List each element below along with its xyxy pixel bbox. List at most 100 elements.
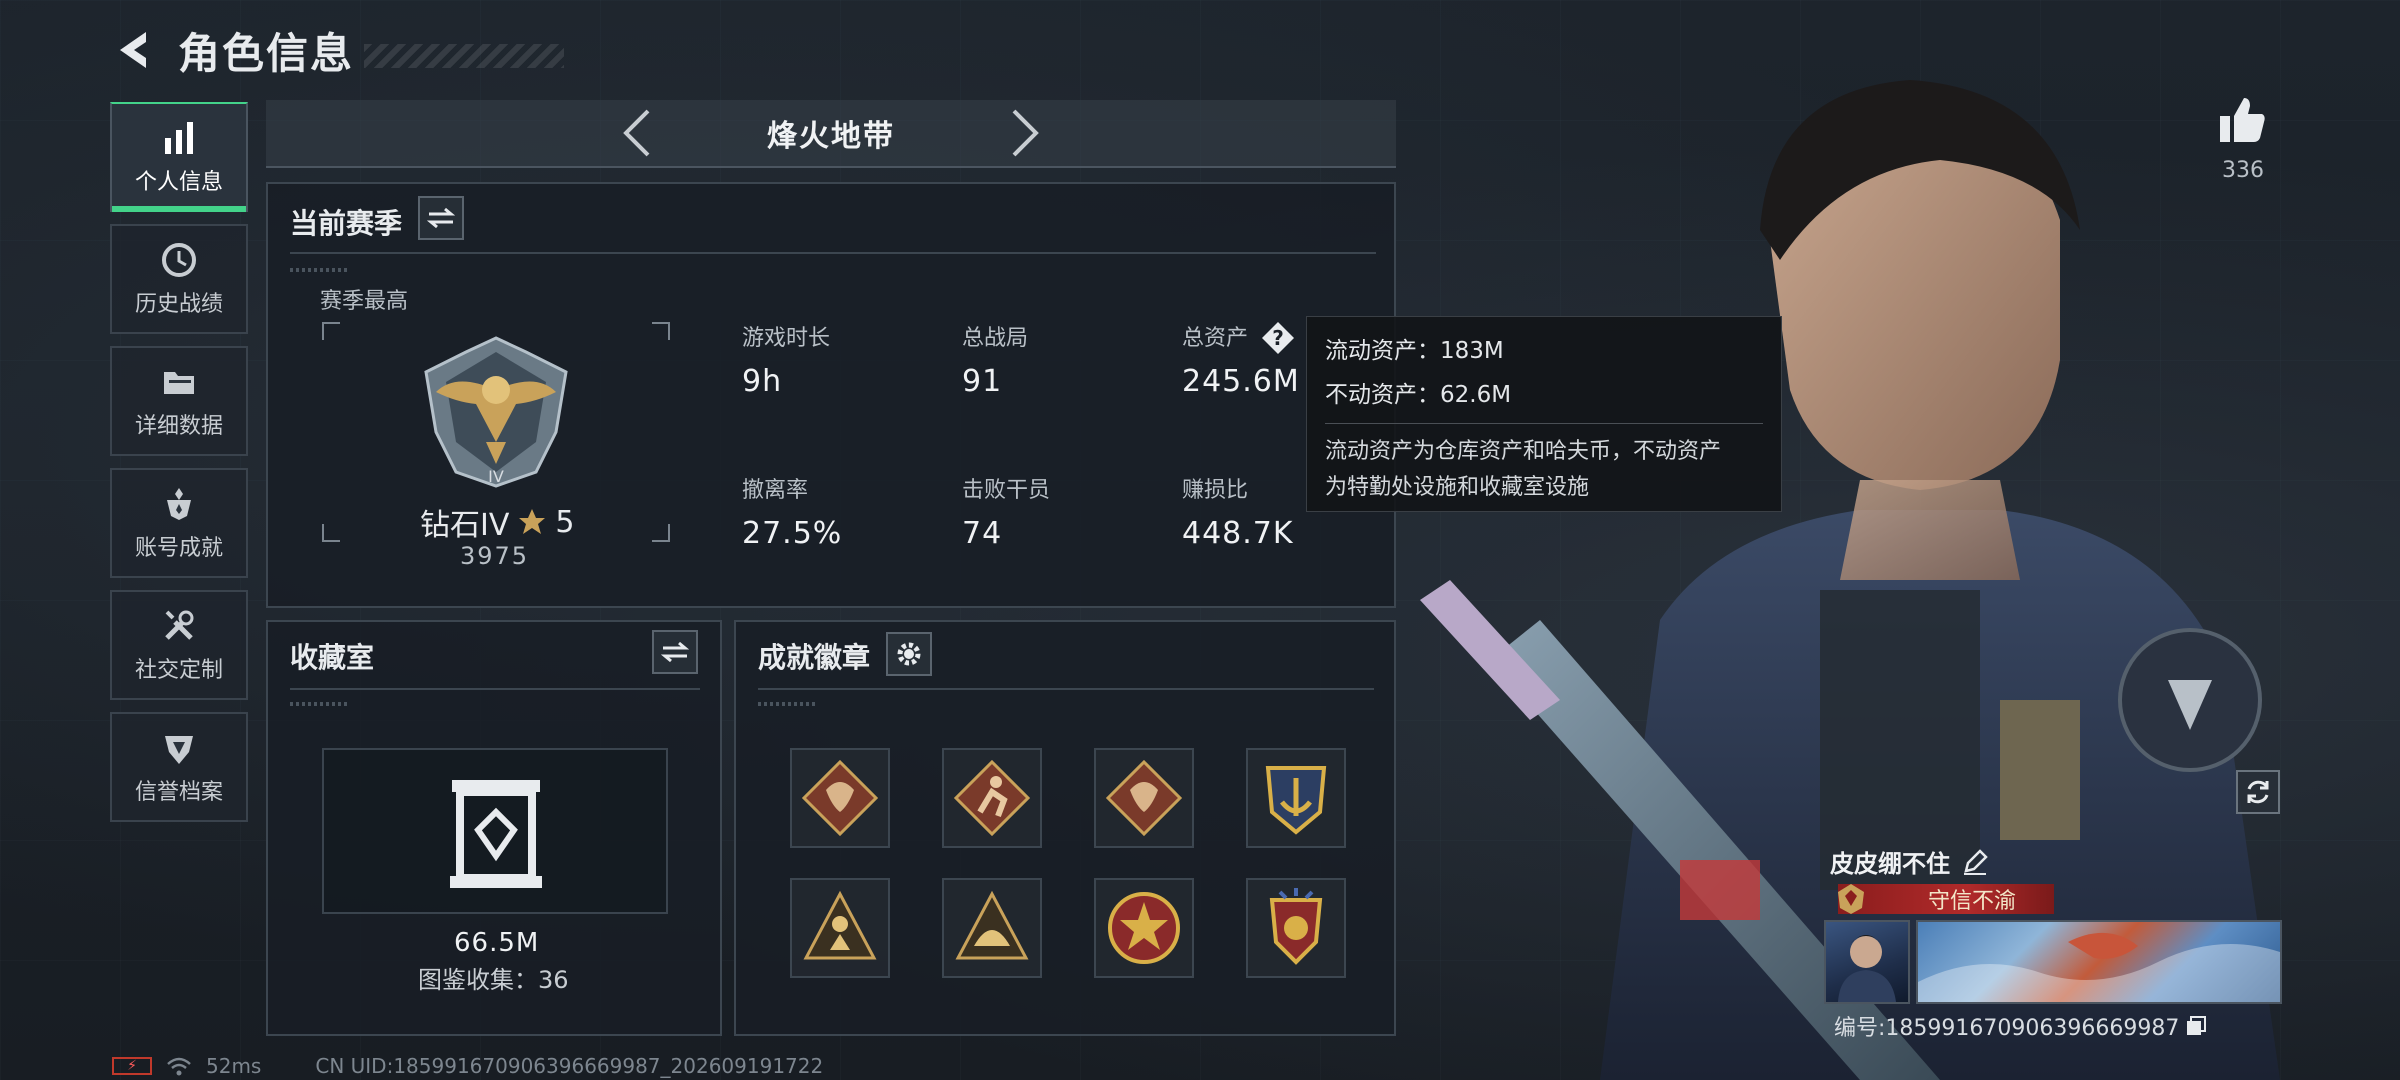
wifi-icon (167, 1057, 191, 1076)
swap-icon (661, 641, 689, 663)
stat-label: 撤离率 (742, 478, 809, 503)
stat-value: 27.5% (742, 516, 843, 551)
tooltip-desc-line-1: 流动资产为仓库资产和哈夫币，不动资产 (1325, 439, 1722, 464)
divider (290, 688, 700, 690)
back-arrow-icon (120, 32, 146, 68)
achievements-title: 成就徽章 (758, 641, 871, 674)
sidebar-item-details[interactable]: 详细数据 (110, 346, 248, 456)
refresh-icon (2247, 780, 2269, 804)
back-button[interactable] (110, 26, 154, 74)
dragon-badge-icon (1106, 760, 1182, 836)
soldier-badge-icon (803, 890, 877, 960)
assets-help-icon[interactable]: ? (1260, 320, 1296, 356)
swap-icon (427, 207, 455, 229)
frame-corner (322, 524, 340, 542)
frame-corner (322, 322, 340, 340)
star-badge-icon (1108, 892, 1180, 964)
stat-extraction-rate: 撤离率 27.5% (742, 472, 842, 551)
assets-tooltip: 流动资产：183M 不动资产：62.6M 流动资产为仓库资产和哈夫币，不动资产 … (1306, 316, 1782, 512)
tooltip-desc-line-2: 为特勤处设施和收藏室设施 (1325, 475, 1590, 500)
rank-points: 3975 (460, 542, 530, 570)
status-bar: ⚡ 52ms CN UID:185991670906396669987_2026… (112, 1054, 823, 1078)
player-name-row: 皮皮绷不住 (1830, 844, 1988, 879)
stat-value: 9h (742, 364, 783, 399)
sidebar-item-label: 社交定制 (134, 658, 223, 683)
divider (758, 688, 1374, 690)
sidebar-item-reputation[interactable]: 信誉档案 (110, 712, 248, 822)
avatar-portrait (1838, 935, 1896, 1002)
tools-icon (159, 606, 199, 646)
sidebar-item-social[interactable]: 社交定制 (110, 590, 248, 700)
divider (290, 252, 1376, 254)
stat-label: 击败干员 (962, 478, 1051, 503)
title-badge[interactable]: 守信不渝 (1838, 884, 2054, 914)
header-decoration (364, 44, 565, 68)
badge-star[interactable] (1094, 878, 1194, 978)
copy-icon[interactable] (2185, 1015, 2207, 1037)
stat-label: 总战局 (962, 326, 1029, 351)
collection-display[interactable] (322, 748, 668, 914)
diamond-rank-emblem-icon: IV (424, 336, 568, 488)
divider-decoration (290, 268, 350, 272)
frame-corner (652, 524, 670, 542)
helmet-badge-icon (955, 890, 1029, 960)
header: 角色信息 (110, 22, 565, 78)
badge-helmet[interactable] (942, 878, 1042, 978)
history-clock-icon (159, 240, 199, 280)
badge-dragon-2[interactable] (1094, 748, 1194, 848)
runner-badge-icon (954, 760, 1030, 836)
player-banner[interactable] (1916, 920, 2282, 1004)
badge-runner[interactable] (942, 748, 1042, 848)
display-case-icon (450, 780, 542, 888)
svg-text:?: ? (1272, 326, 1284, 350)
tooltip-fixed-assets: 不动资产：62.6M (1325, 382, 1512, 408)
bar-chart-icon (159, 118, 199, 158)
stat-play-time: 游戏时长 9h (742, 320, 830, 399)
collection-title: 收藏室 (290, 641, 375, 674)
badge-dragon[interactable] (790, 748, 890, 848)
stat-total-matches: 总战局 91 (962, 320, 1028, 399)
dragon-badge-icon (802, 760, 878, 836)
chevron-right-icon (1012, 109, 1039, 157)
collection-switch-button[interactable] (652, 630, 698, 674)
player-avatar[interactable] (1824, 920, 1910, 1004)
edit-pencil-icon[interactable] (1962, 848, 1988, 875)
title-emblem-icon (1838, 884, 1864, 914)
rank-name: 钻石IV 5 (420, 500, 574, 544)
tooltip-liquid-assets: 流动资产：183M (1325, 338, 1504, 364)
sidebar-item-label: 信誉档案 (134, 780, 223, 805)
sidebar-item-personal-info[interactable]: 个人信息 (110, 102, 248, 212)
season-best-label: 赛季最高 (320, 289, 409, 314)
like-button[interactable] (2216, 94, 2268, 146)
stat-label: 赚损比 (1182, 478, 1249, 503)
season-switch-button[interactable] (418, 196, 464, 240)
mode-selector: 烽火地带 (266, 100, 1396, 168)
rotate-view-button[interactable] (2236, 770, 2280, 814)
stat-value: 74 (962, 516, 1003, 551)
ping-value: 52ms (206, 1054, 262, 1078)
player-name: 皮皮绷不住 (1830, 850, 1950, 878)
frame-corner (652, 322, 670, 340)
sidebar-item-label: 个人信息 (134, 170, 223, 195)
battery-icon: ⚡ (112, 1057, 152, 1075)
stat-value: 245.6M (1182, 364, 1300, 399)
thumbs-up-icon (2220, 98, 2265, 142)
sidebar-item-history[interactable]: 历史战绩 (110, 224, 248, 334)
achievements-settings-button[interactable] (886, 632, 932, 676)
collection-value: 66.5M (454, 928, 540, 958)
stat-label: 游戏时长 (742, 326, 831, 351)
stat-profit-loss-ratio: 赚损比 448.7K (1182, 472, 1294, 551)
badge-shield-wings[interactable] (1246, 878, 1346, 978)
mode-prev-button[interactable] (607, 103, 667, 163)
rank-stars: 5 (555, 504, 575, 540)
player-id: 编号:185991670906396669987 (1834, 1016, 2180, 1041)
divider-decoration (758, 702, 818, 706)
badge-soldier[interactable] (790, 878, 890, 978)
sidebar-item-achievements[interactable]: 账号成就 (110, 468, 248, 578)
chevron-left-icon (623, 109, 650, 157)
anchor-badge-icon (1265, 766, 1327, 835)
sidebar-item-label: 账号成就 (134, 536, 223, 561)
tooltip-divider (1325, 423, 1763, 424)
badge-anchor[interactable] (1246, 748, 1346, 848)
mode-next-button[interactable] (995, 103, 1055, 163)
